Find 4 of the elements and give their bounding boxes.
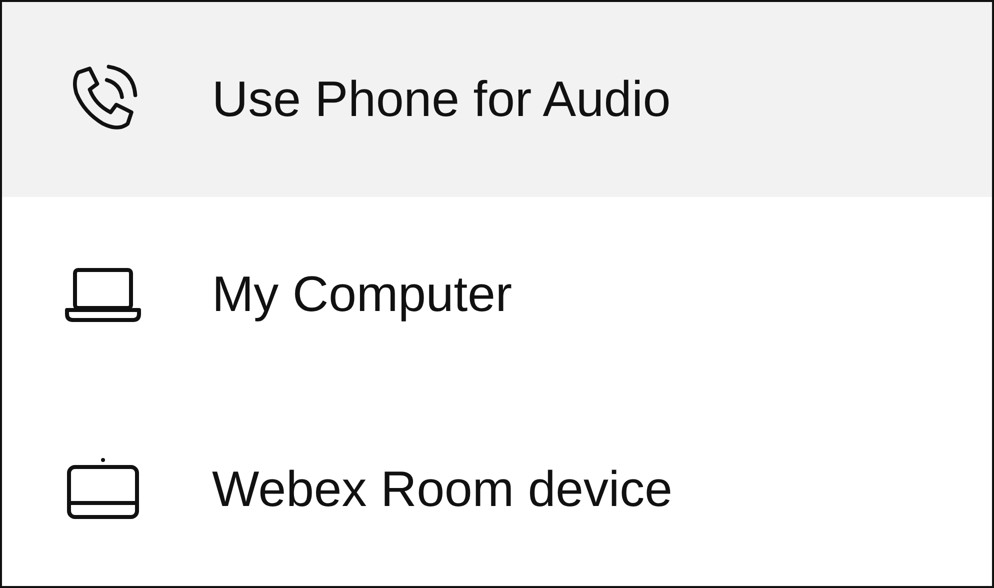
menu-item-label: Use Phone for Audio xyxy=(212,70,671,128)
menu-item[interactable]: Use Phone for Audio xyxy=(2,2,992,197)
menu-item-label: Webex Room device xyxy=(212,460,672,518)
menu-item-label: My Computer xyxy=(212,265,512,323)
